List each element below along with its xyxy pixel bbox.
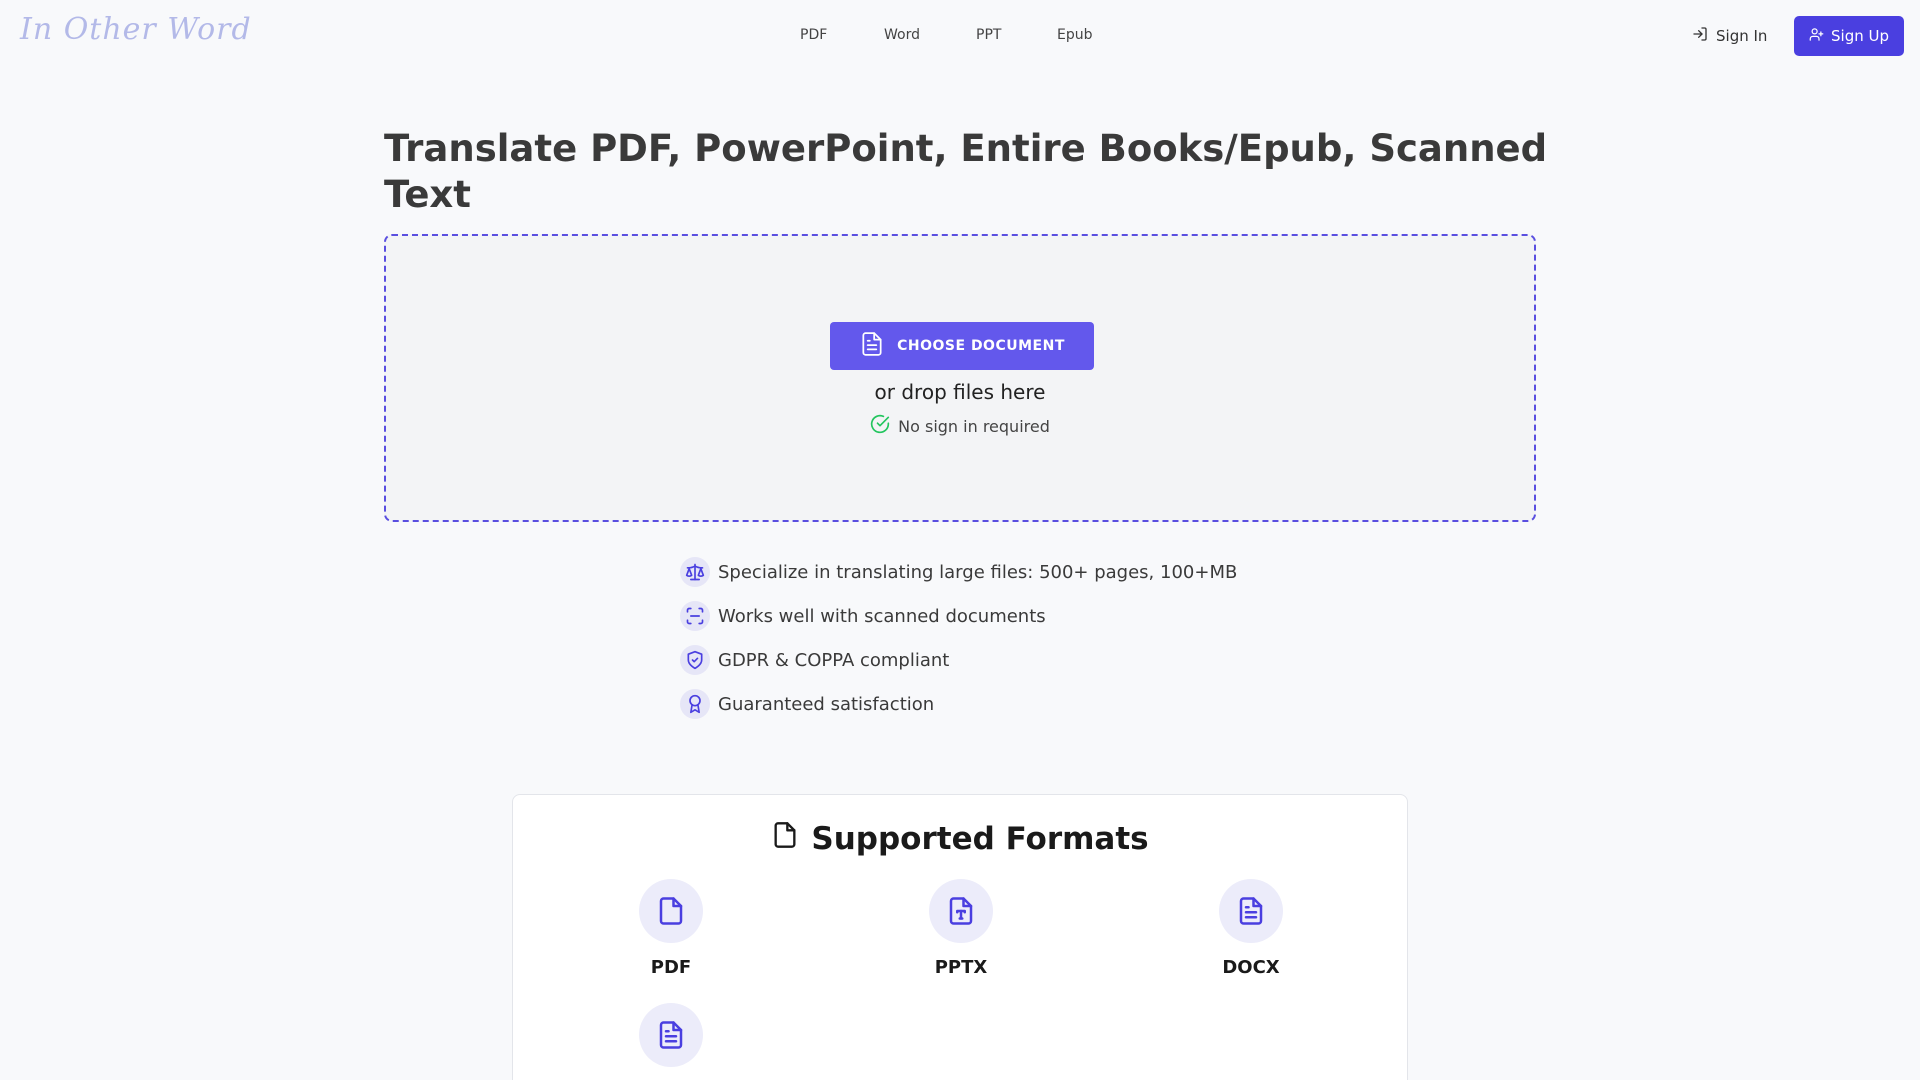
format-label: DOCX [1222,957,1280,978]
format-label: PPTX [934,957,988,978]
format-pptx: PPTX [901,879,1021,978]
choose-document-label: CHOOSE DOCUMENT [897,338,1065,354]
page-title: Translate PDF, PowerPoint, Entire Books/… [384,127,1548,216]
nav-pdf[interactable]: PDF [800,27,827,43]
feature-text: GDPR & COPPA compliant [718,649,950,671]
user-plus-icon [1809,27,1824,46]
feature-item: Specialize in translating large files: 5… [680,550,1237,594]
award-icon [680,689,710,719]
file-dropzone[interactable]: CHOOSE DOCUMENT or drop files here No si… [384,234,1536,522]
file-text-icon [859,329,885,363]
scan-icon [680,601,710,631]
choose-document-button[interactable]: CHOOSE DOCUMENT [830,322,1094,370]
feature-text: Works well with scanned documents [718,605,1046,627]
check-circle-icon [870,414,890,438]
drop-files-text: or drop files here [874,380,1046,404]
feature-text: Specialize in translating large files: 5… [718,561,1238,583]
feature-item: Works well with scanned documents [680,594,1237,638]
format-pdf: PDF [611,879,731,978]
format-docx: DOCX [1191,879,1311,978]
feature-item: Guaranteed satisfaction [680,682,1237,726]
header: In Other Word PDF Word PPT Epub Sign In … [0,0,1920,72]
file-icon [639,879,703,943]
sign-in-label: Sign In [1716,27,1768,45]
no-sign-in-note: No sign in required [386,414,1534,438]
scale-icon [680,557,710,587]
sign-up-button[interactable]: Sign Up [1794,16,1904,56]
nav-epub[interactable]: Epub [1057,27,1093,43]
nav-ppt[interactable]: PPT [976,27,1001,43]
feature-text: Guaranteed satisfaction [718,693,935,715]
format-label: PDF [650,957,692,978]
nav-word[interactable]: Word [884,27,920,43]
supported-formats-heading: Supported Formats [513,819,1407,859]
file-type-icon [929,879,993,943]
file-text-icon [639,1003,703,1067]
format-epub [611,1003,731,1080]
file-text-icon [1219,879,1283,943]
formats-title: Supported Formats [811,821,1149,857]
feature-item: GDPR & COPPA compliant [680,638,1237,682]
sign-in-button[interactable]: Sign In [1692,26,1767,46]
shield-check-icon [680,645,710,675]
file-icon [771,819,799,859]
sign-up-label: Sign Up [1831,27,1889,45]
supported-formats-card: Supported Formats PDF PPTX DOCX [512,794,1408,1080]
log-in-icon [1692,26,1708,46]
no-sign-in-label: No sign in required [898,416,1050,436]
logo[interactable]: In Other Word [20,12,252,47]
feature-list: Specialize in translating large files: 5… [680,550,1237,726]
